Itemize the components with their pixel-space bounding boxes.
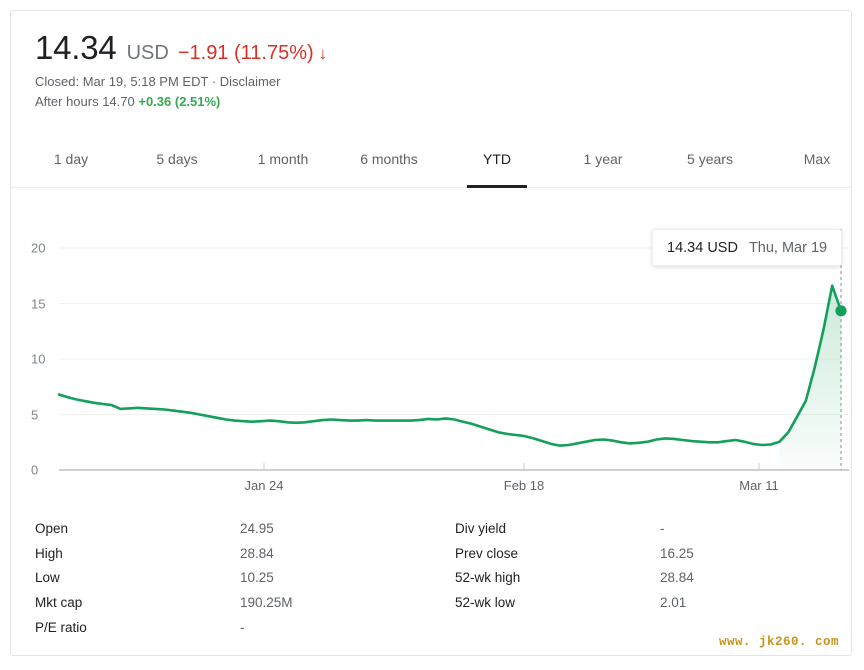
- stock-quote-card: 14.34 USD −1.91 (11.75%) ↓ Closed: Mar 1…: [10, 10, 852, 656]
- stat-label: Low: [35, 570, 60, 586]
- y-axis-label: 0: [31, 462, 39, 478]
- chart-area-fill: [779, 285, 841, 470]
- stats-table: Open 24.95 High 28.84 Low 10.25 Mkt cap 190.25M…: [11, 516, 851, 639]
- tab-1-day[interactable]: 1 day: [54, 130, 88, 188]
- tab-max[interactable]: Max: [804, 130, 830, 188]
- current-price-dot: [835, 305, 847, 317]
- separator-dot: ·: [211, 74, 217, 89]
- stat-value: 190.25M: [240, 594, 293, 610]
- stat-row: 52-wk high 28.84: [455, 565, 851, 590]
- stat-label: Open: [35, 520, 69, 536]
- stat-value: 28.84: [660, 570, 694, 586]
- range-tab-bar: 1 day 5 days 1 month 6 months YTD 1 year 5 yea…: [11, 130, 851, 188]
- stat-row: Div yield -: [455, 516, 851, 541]
- stat-row: High 28.84: [35, 541, 431, 566]
- x-axis-label: Jan 24: [244, 478, 284, 493]
- current-price: 14.34: [35, 29, 117, 66]
- stat-label: P/E ratio: [35, 619, 87, 635]
- price-line: [57, 284, 843, 447]
- stat-label: 52-wk high: [455, 570, 521, 586]
- x-axis-label: Feb 18: [503, 478, 545, 493]
- price-row: 14.34 USD −1.91 (11.75%) ↓: [35, 31, 851, 64]
- stat-value: 2.01: [660, 594, 687, 610]
- tab-5-days[interactable]: 5 days: [156, 130, 197, 188]
- after-hours-price: After hours 14.70: [35, 93, 135, 109]
- stat-value: -: [660, 520, 665, 536]
- stat-label: Mkt cap: [35, 594, 83, 610]
- currency-label: USD: [126, 42, 169, 64]
- tab-5-years[interactable]: 5 years: [687, 130, 733, 188]
- stat-value: 28.84: [240, 545, 274, 561]
- y-axis-label: 10: [31, 351, 46, 367]
- watermark: www. jk260. com: [718, 635, 839, 649]
- stat-row: Open 24.95: [35, 516, 431, 541]
- after-hours-line: After hours 14.70 +0.36 (2.51%): [35, 93, 851, 112]
- stat-value: 16.25: [660, 545, 694, 561]
- y-axis-label: 20: [31, 240, 46, 256]
- y-axis-label: 15: [31, 296, 46, 311]
- tab-1-month[interactable]: 1 month: [258, 130, 309, 188]
- stat-row: Low 10.25: [35, 565, 431, 590]
- stat-label: Div yield: [455, 520, 507, 536]
- arrow-down-icon: ↓: [318, 44, 328, 63]
- quote-header: 14.34 USD −1.91 (11.75%) ↓ Closed: Mar 1…: [11, 11, 851, 112]
- stat-label: High: [35, 545, 63, 561]
- x-axis-label: Mar 11: [739, 478, 779, 493]
- stat-label: 52-wk low: [455, 594, 516, 610]
- closed-timestamp: Closed: Mar 19, 5:18 PM EDT: [35, 74, 209, 89]
- market-status-line: Closed: Mar 19, 5:18 PM EDT · Disclaimer: [35, 73, 851, 92]
- y-axis-label: 5: [31, 407, 39, 422]
- tooltip-date: Thu, Mar 19: [748, 239, 828, 256]
- stat-label: Prev close: [455, 545, 519, 561]
- stat-value: -: [240, 619, 245, 635]
- tooltip-price: 14.34 USD: [667, 239, 738, 256]
- chart-tooltip: 14.34 USD Thu, Mar 19: [652, 229, 843, 266]
- stat-row: 52-wk low 2.01: [455, 590, 851, 615]
- tab-6-months[interactable]: 6 months: [360, 130, 418, 188]
- tab-1-year[interactable]: 1 year: [584, 130, 623, 188]
- stat-row: P/E ratio -: [35, 615, 431, 640]
- after-hours-change: +0.36 (2.51%): [138, 93, 221, 109]
- stats-column-right: Div yield - Prev close 16.25 52-wk high 28.84…: [431, 516, 851, 639]
- tab-ytd[interactable]: YTD: [483, 130, 511, 188]
- stat-row: Prev close 16.25: [455, 541, 851, 566]
- stat-value: 10.25: [240, 570, 274, 586]
- disclaimer-link[interactable]: Disclaimer: [220, 74, 281, 89]
- stats-column-left: Open 24.95 High 28.84 Low 10.25 Mkt cap 190.25M…: [11, 516, 431, 639]
- price-change: −1.91 (11.75%): [177, 42, 314, 64]
- stat-value: 24.95: [240, 520, 274, 536]
- stat-row: Mkt cap 190.25M: [35, 590, 431, 615]
